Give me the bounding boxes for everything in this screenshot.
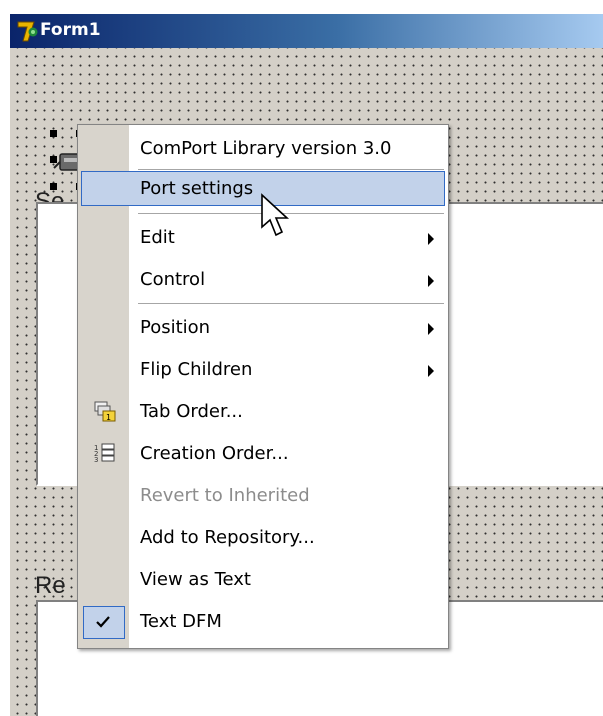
- receive-groupbox-label: Re: [35, 572, 66, 599]
- menu-item-tab-order[interactable]: 1 Tab Order...: [78, 393, 448, 431]
- delphi-app-icon: [17, 21, 38, 42]
- selection-handle[interactable]: [50, 156, 57, 163]
- checkmark-icon: [96, 616, 110, 628]
- menu-separator: [138, 213, 444, 214]
- menu-item-text-dfm[interactable]: Text DFM: [78, 603, 448, 641]
- submenu-arrow-icon: [428, 233, 434, 245]
- title-bar[interactable]: Form1: [10, 14, 603, 48]
- menu-separator: [138, 303, 444, 304]
- menu-item-comport-library[interactable]: ComPort Library version 3.0: [78, 130, 448, 168]
- menu-item-flip-children[interactable]: Flip Children: [78, 351, 448, 389]
- svg-text:1: 1: [106, 413, 111, 422]
- tab-order-icon: 1: [94, 401, 116, 422]
- menu-item-control[interactable]: Control: [78, 261, 448, 299]
- menu-item-view-as-text[interactable]: View as Text: [78, 561, 448, 599]
- creation-order-icon: 1 2 3: [94, 443, 115, 464]
- menu-item-creation-order[interactable]: 1 2 3 Creation Order...: [78, 435, 448, 473]
- submenu-arrow-icon: [428, 323, 434, 335]
- mouse-cursor-icon: [261, 193, 290, 237]
- svg-text:3: 3: [94, 456, 98, 464]
- menu-item-position[interactable]: Position: [78, 309, 448, 347]
- selection-handle[interactable]: [50, 130, 57, 137]
- menu-item-revert-to-inherited: Revert to Inherited: [140, 485, 310, 506]
- submenu-arrow-icon: [428, 365, 434, 377]
- menu-item-add-to-repository[interactable]: Add to Repository...: [78, 519, 448, 557]
- submenu-arrow-icon: [428, 275, 434, 287]
- window-title: Form1: [40, 20, 101, 40]
